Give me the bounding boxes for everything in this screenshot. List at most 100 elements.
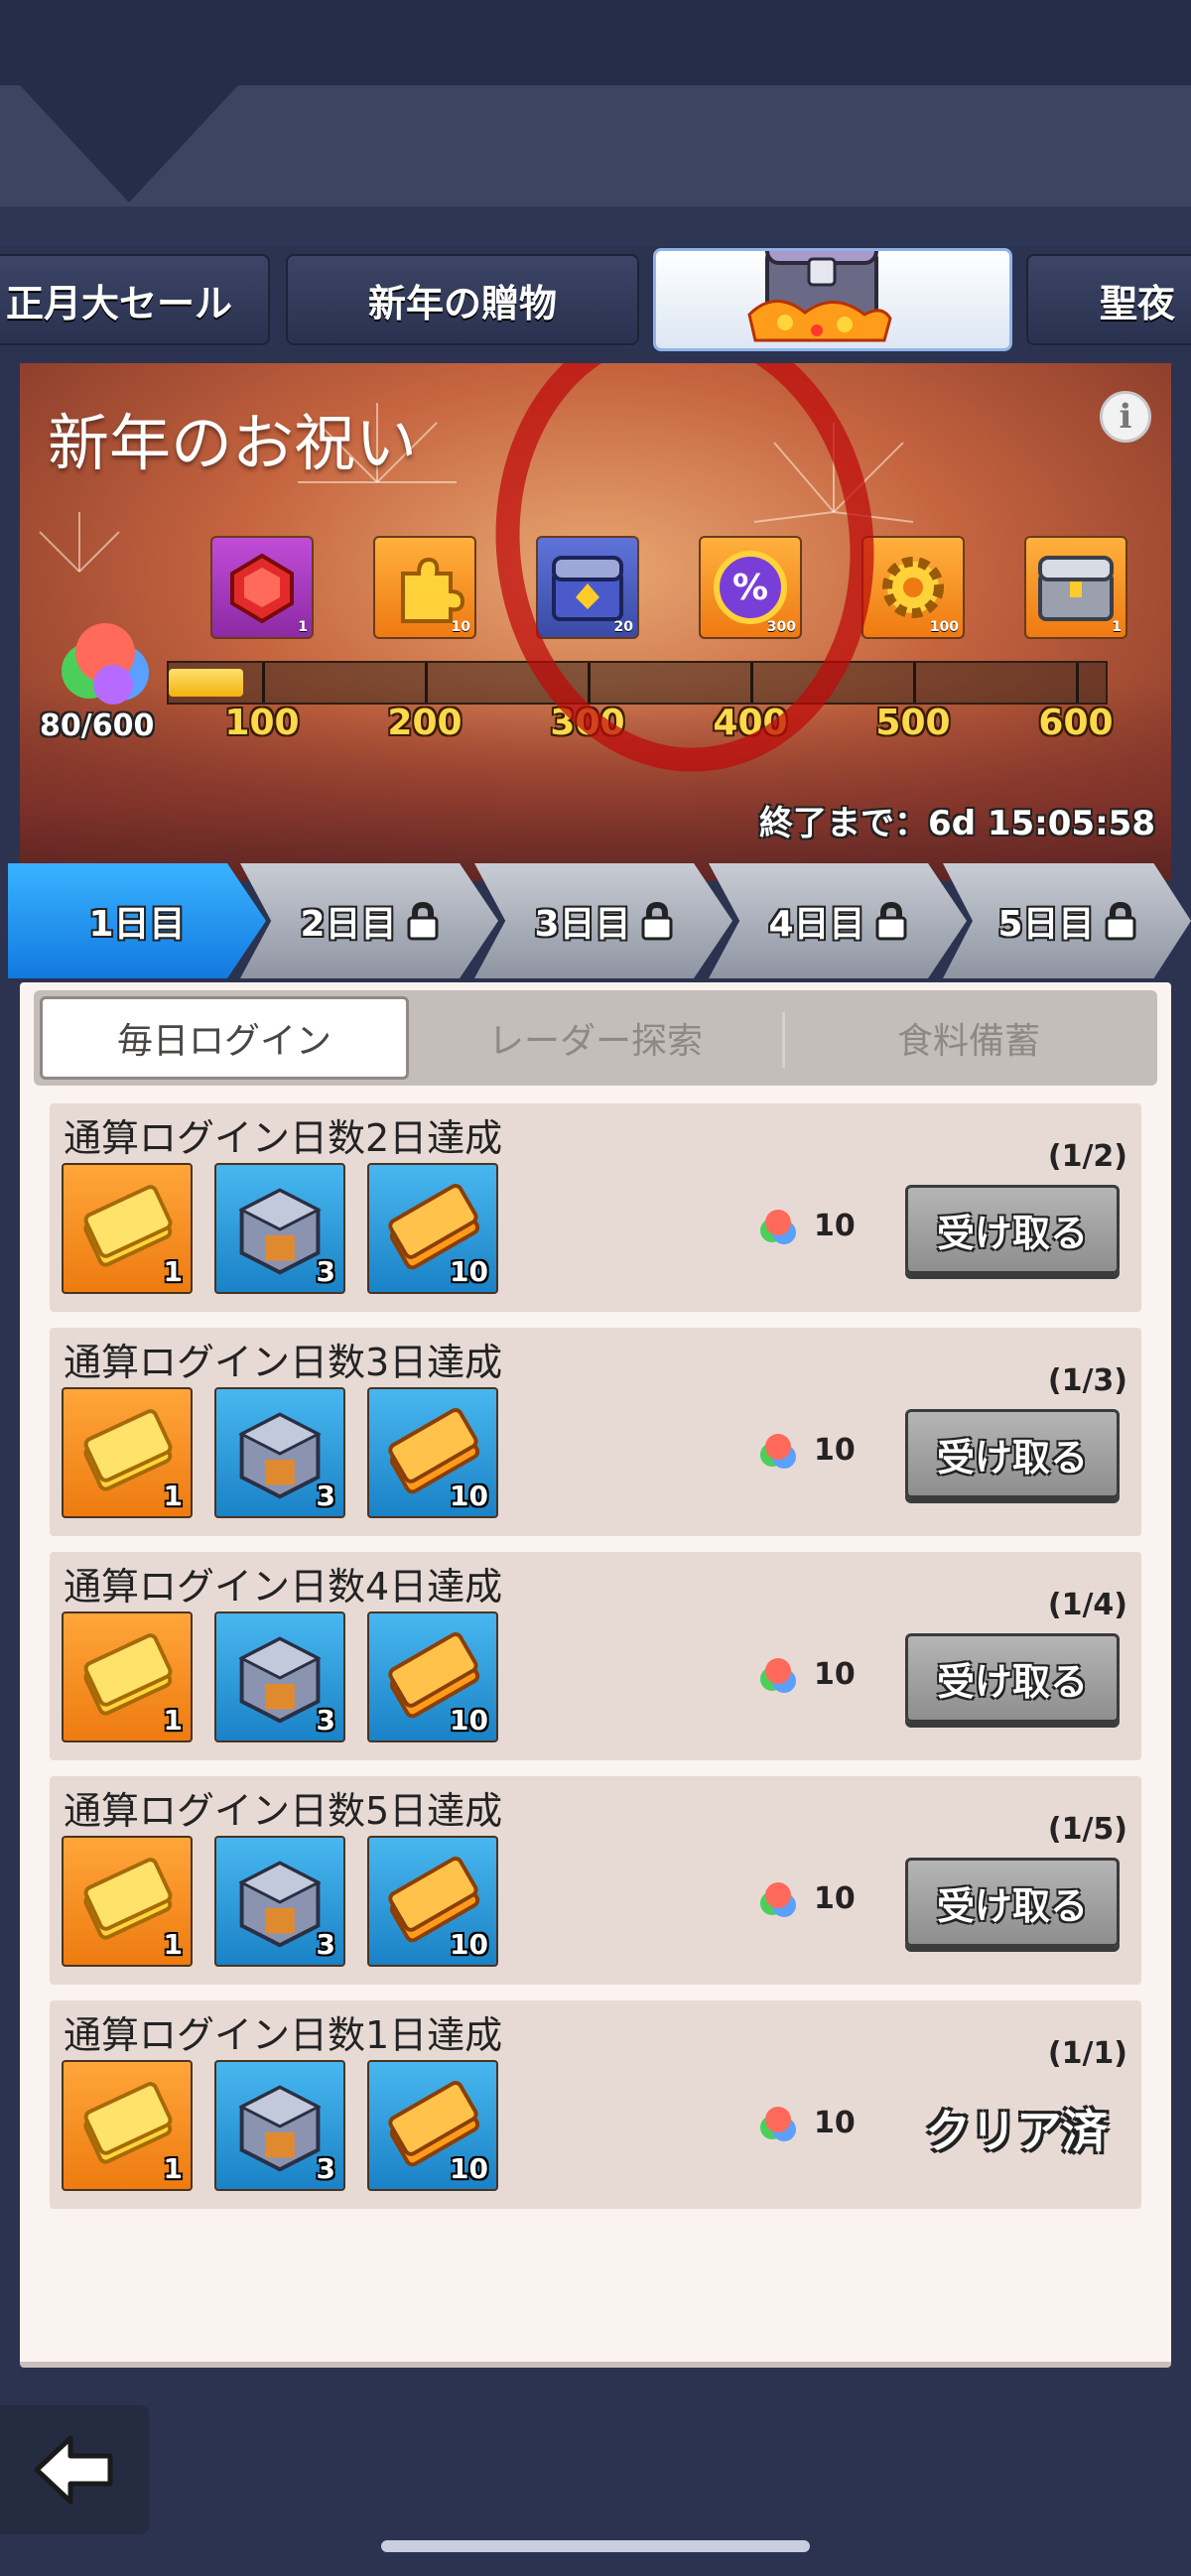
tab-label: 聖夜	[1100, 281, 1176, 325]
reward-qty: 1	[163, 1928, 183, 1961]
task-progress: (1/4)	[1047, 1588, 1127, 1622]
progress-fill	[169, 669, 244, 697]
tab-label: 正月大セール	[5, 281, 232, 325]
home-indicator[interactable]	[381, 2540, 810, 2552]
reward-qty: 3	[316, 1255, 335, 1288]
event-banner: 新年のお祝い i 1 10 20 % 300 100 1 80/600 100 …	[20, 363, 1171, 881]
reward-orange-ticket[interactable]: 10	[367, 2060, 498, 2191]
milestone-reward-500[interactable]: 100	[861, 536, 965, 639]
day-tab-label: 2日目	[300, 904, 397, 945]
balloon-points-icon	[760, 1434, 796, 1469]
task-progress: (1/3)	[1047, 1363, 1127, 1398]
balloon-points-icon	[62, 623, 149, 705]
reward-gold-ticket[interactable]: 1	[62, 2060, 193, 2191]
points-value: 10	[814, 1433, 856, 1468]
task-title: 通算ログイン日数1日達成	[64, 2013, 503, 2057]
tab-christmas[interactable]: 聖夜	[1026, 254, 1191, 345]
event-tab-bar: 正月大セール 新年の贈物 聖夜	[0, 248, 1191, 351]
back-button[interactable]	[0, 2405, 149, 2534]
points-value: 10	[814, 1657, 856, 1692]
claim-button[interactable]: 受け取る	[905, 1633, 1120, 1723]
sub-tab-food-stockpile[interactable]: 食料備蓄	[784, 996, 1153, 1080]
reward-orange-ticket[interactable]: 10	[367, 1836, 498, 1967]
day-tab-label: 4日目	[768, 904, 865, 945]
milestone-reward-200[interactable]: 10	[373, 536, 476, 639]
tab-new-year-gift[interactable]: 新年の贈物	[286, 254, 639, 345]
reward-qty: 10	[450, 1255, 488, 1288]
tab-new-year-celebration[interactable]	[653, 248, 1012, 351]
lock-icon	[407, 901, 439, 941]
reward-orange-ticket[interactable]: 10	[367, 1387, 498, 1518]
reward-orange-ticket[interactable]: 10	[367, 1163, 498, 1294]
reward-qty: 3	[316, 1928, 335, 1961]
reward-steel-cube[interactable]: 3	[214, 1163, 345, 1294]
task-row: 通算ログイン日数2日達成 (1/2) 1 3 10 10 受け取る	[50, 1103, 1141, 1312]
reward-gold-ticket[interactable]: 1	[62, 1163, 193, 1294]
balloon-points-icon	[760, 1210, 796, 1244]
lock-icon	[1105, 901, 1136, 941]
progress-count: 80/600	[40, 708, 155, 743]
points-value: 10	[814, 1881, 856, 1916]
points-value: 10	[814, 2106, 856, 2140]
claim-button[interactable]: 受け取る	[905, 1858, 1120, 1947]
milestone-qty: 10	[451, 619, 470, 635]
balloon-points-icon	[760, 1658, 796, 1693]
milestone-reward-100[interactable]: 1	[210, 536, 314, 639]
milestone-reward-600[interactable]: 1	[1024, 536, 1127, 639]
reward-orange-ticket[interactable]: 10	[367, 1611, 498, 1742]
back-arrow-icon	[34, 2435, 113, 2505]
sub-tab-radar-explore[interactable]: レーダー探索	[411, 996, 780, 1080]
tab-new-year-sale[interactable]: 正月大セール	[0, 254, 270, 345]
reward-steel-cube[interactable]: 3	[214, 1611, 345, 1742]
silver-chest-icon	[1038, 556, 1114, 621]
task-row: 通算ログイン日数4日達成 (1/4) 1 3 10 10 受け取る	[50, 1552, 1141, 1760]
sub-tab-label: 食料備蓄	[896, 1021, 1040, 1062]
day-tab-bar: 1日目 2日目 3日目 4日目 5日目	[0, 863, 1191, 982]
reward-steel-cube[interactable]: 3	[214, 2060, 345, 2191]
ruby-gem-icon	[230, 553, 294, 624]
lock-icon	[641, 901, 673, 941]
task-title: 通算ログイン日数5日達成	[64, 1789, 503, 1833]
task-row: 通算ログイン日数3日達成 (1/3) 1 3 10 10 受け取る	[50, 1328, 1141, 1536]
sub-tab-label: 毎日ログイン	[116, 1021, 331, 1062]
progress-tick	[913, 663, 916, 703]
reward-qty: 3	[316, 2152, 335, 2185]
progress-tick	[1076, 663, 1079, 703]
milestone-label: 100	[224, 703, 300, 743]
milestone-qty: 1	[1112, 619, 1122, 635]
banner-title: 新年のお祝い	[48, 407, 418, 479]
reward-qty: 10	[450, 1480, 488, 1512]
lock-icon	[875, 901, 907, 941]
reward-gold-ticket[interactable]: 1	[62, 1836, 193, 1967]
reward-qty: 3	[316, 1704, 335, 1737]
claim-button[interactable]: 受け取る	[905, 1185, 1120, 1274]
balloon-points-icon	[760, 2107, 796, 2141]
reward-steel-cube[interactable]: 3	[214, 1836, 345, 1967]
task-progress: (1/1)	[1047, 2036, 1127, 2071]
claim-button[interactable]: 受け取る	[905, 1409, 1120, 1498]
points-value: 10	[814, 1209, 856, 1243]
task-row: 通算ログイン日数1日達成 (1/1) 1 3 10 10 クリア済	[50, 2000, 1141, 2209]
milestone-qty: 100	[929, 619, 959, 635]
task-progress: (1/5)	[1047, 1812, 1127, 1847]
day-tab-5[interactable]: 5日目	[943, 863, 1191, 978]
day-tab-1[interactable]: 1日目	[8, 863, 266, 978]
task-progress: (1/2)	[1047, 1139, 1127, 1174]
milestone-qty: 1	[298, 619, 308, 635]
day-tab-label: 3日目	[534, 904, 631, 945]
day-tab-label: 1日目	[88, 904, 186, 945]
reward-steel-cube[interactable]: 3	[214, 1387, 345, 1518]
day-tab-3[interactable]: 3日目	[474, 863, 732, 978]
reward-gold-ticket[interactable]: 1	[62, 1387, 193, 1518]
task-panel: 毎日ログイン レーダー探索 食料備蓄 通算ログイン日数2日達成 (1/2) 1 …	[20, 982, 1171, 2368]
milestone-label: 200	[387, 703, 463, 743]
header-triangle	[20, 85, 238, 202]
sub-tab-bar: 毎日ログイン レーダー探索 食料備蓄	[34, 990, 1157, 1086]
sub-tab-daily-login[interactable]: 毎日ログイン	[40, 996, 409, 1080]
info-icon[interactable]: i	[1100, 391, 1151, 443]
day-tab-2[interactable]: 2日目	[240, 863, 498, 978]
reward-gold-ticket[interactable]: 1	[62, 1611, 193, 1742]
task-title: 通算ログイン日数2日達成	[64, 1116, 503, 1160]
day-tab-4[interactable]: 4日目	[709, 863, 967, 978]
tab-label: 新年の贈物	[367, 281, 557, 325]
